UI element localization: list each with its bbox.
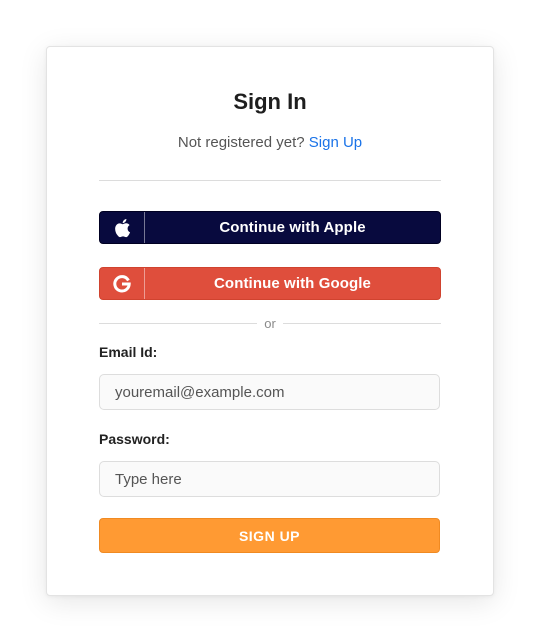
- sign-up-link[interactable]: Sign Up: [309, 134, 362, 151]
- apple-icon: [100, 212, 145, 243]
- password-field[interactable]: [99, 461, 440, 497]
- register-prompt-text: Not registered yet?: [177, 134, 305, 151]
- or-text: or: [264, 315, 276, 331]
- email-label: Email Id:: [99, 344, 158, 360]
- page-title: Sign In: [233, 89, 307, 114]
- header-divider: [99, 180, 441, 181]
- email-field[interactable]: [99, 374, 440, 410]
- continue-with-apple-button[interactable]: Continue with Apple: [99, 211, 441, 244]
- or-separator: or: [99, 314, 441, 332]
- apple-button-label: Continue with Apple: [219, 219, 366, 236]
- google-icon: [100, 268, 145, 299]
- sign-up-button[interactable]: SIGN UP: [99, 518, 440, 553]
- register-prompt: Not registered yet? Sign Up: [0, 133, 540, 153]
- google-button-label: Continue with Google: [214, 275, 371, 292]
- separator-line-right: [282, 322, 441, 324]
- password-label: Password:: [99, 431, 170, 447]
- separator-line-left: [99, 322, 258, 324]
- continue-with-google-button[interactable]: Continue with Google: [99, 267, 441, 300]
